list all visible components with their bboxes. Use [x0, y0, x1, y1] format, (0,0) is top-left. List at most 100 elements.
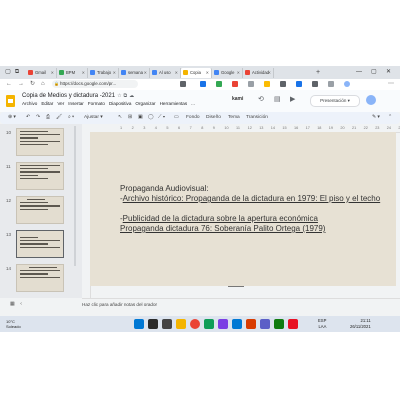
document-title[interactable]: Copia de Medios y dictadura -2021 ☆ ⧉ ☁ [22, 93, 134, 99]
search-icon[interactable] [148, 319, 158, 329]
shape-icon[interactable]: ◯ [148, 113, 153, 123]
menu-editar[interactable]: Editar [41, 101, 53, 106]
tab-google[interactable]: Google ✕ [212, 68, 243, 78]
zoom-icon[interactable]: ⌕ ▾ [68, 113, 74, 123]
system-clock[interactable]: 21:11 26/11/2021 [350, 318, 371, 330]
history-icon[interactable]: ⟲ [258, 95, 264, 105]
slides-logo-icon[interactable] [6, 95, 15, 107]
image-icon[interactable]: ▣ [138, 113, 143, 123]
line-icon[interactable]: ⟋ ▾ [158, 113, 165, 123]
adjust-select[interactable]: Ajustar ▾ [84, 113, 103, 123]
toolbar-design[interactable]: Diseño [206, 113, 221, 123]
tab-al-uso[interactable]: Al uso ✕ [150, 68, 181, 78]
collapse-panel-icon[interactable]: ‹ [20, 301, 22, 307]
forward-icon[interactable]: → [18, 80, 24, 89]
slide-canvas[interactable]: Propaganda Audiovisual: -Archivo históri… [90, 132, 396, 286]
slide-thumbnail-10[interactable] [16, 128, 64, 156]
extension-icon[interactable] [264, 81, 270, 87]
slide-thumbnail-11[interactable] [16, 162, 64, 190]
speaker-notes[interactable]: Haz clic para añadir notas del orador [82, 298, 400, 311]
grid-view-icon[interactable]: ▦ [10, 301, 15, 307]
slide-text-box[interactable]: Propaganda Audiovisual: -Archivo históri… [120, 184, 390, 234]
menu-insertar[interactable]: Insertar [68, 101, 84, 106]
weather-widget[interactable]: 10°C Soleado [6, 319, 21, 329]
close-tab-icon[interactable]: ✕ [51, 68, 54, 78]
extension-icon[interactable] [180, 81, 186, 87]
textbox-icon[interactable]: ⊞ [128, 113, 132, 123]
minimize-icon[interactable]: — [356, 67, 362, 77]
toolbar-background[interactable]: Fondo [186, 113, 200, 123]
undo-icon[interactable]: ↶ [26, 113, 30, 123]
close-tab-icon[interactable]: ✕ [206, 68, 209, 78]
avatar[interactable] [366, 95, 376, 105]
tab-copia-active[interactable]: Copia ✕ [181, 68, 212, 78]
notes-resize-handle[interactable] [228, 286, 244, 287]
extension-icon[interactable] [216, 81, 222, 87]
star-icon[interactable]: ☆ [117, 93, 121, 99]
close-tab-icon[interactable]: ✕ [113, 68, 116, 78]
url-input[interactable]: 🔒 https://docs.google.com/pr... [52, 80, 138, 88]
close-tab-icon[interactable]: ✕ [175, 68, 178, 78]
app-icon[interactable] [288, 319, 298, 329]
toolbar-transition[interactable]: Transición [246, 113, 268, 123]
file-explorer-icon[interactable] [176, 319, 186, 329]
menu-formato[interactable]: Formato [88, 101, 105, 106]
menu-organizar[interactable]: Organizar [135, 101, 155, 106]
extension-icon[interactable] [200, 81, 206, 87]
slide-thumbnail-12[interactable] [16, 196, 64, 224]
edge-icon[interactable] [232, 319, 242, 329]
video-link-palito-ortega[interactable]: Propaganda dictadura 76: Soberanía Palit… [120, 224, 325, 233]
move-folder-icon[interactable]: ⧉ [124, 93, 128, 99]
tab-trabajo[interactable]: Trabajo ✕ [88, 68, 119, 78]
close-tab-icon[interactable]: ✕ [237, 68, 240, 78]
filmstrip-scrollbar[interactable] [74, 126, 76, 266]
kami-extension[interactable]: kami [232, 96, 243, 102]
collapse-icon[interactable]: ⌃ [388, 113, 392, 123]
maximize-icon[interactable]: ▢ [371, 67, 377, 77]
extension-icon[interactable] [248, 81, 254, 87]
add-slide-icon[interactable]: ⊕ ▾ [8, 113, 16, 123]
menu-ver[interactable]: Ver [57, 101, 64, 106]
app-icon[interactable] [218, 319, 228, 329]
meet-icon[interactable]: ▶ [290, 95, 295, 105]
tab-actions-icon[interactable]: ⧉ [13, 68, 21, 76]
reload-icon[interactable]: ↻ [30, 80, 35, 89]
tab-actividad[interactable]: Actividad ✕ [243, 68, 274, 78]
profile-icon[interactable] [344, 81, 350, 87]
home-icon[interactable]: ⌂ [41, 80, 45, 89]
close-tab-icon[interactable]: ✕ [268, 68, 271, 78]
language-indicator[interactable]: ESP LAA [318, 318, 326, 330]
app-icon[interactable] [274, 319, 284, 329]
extension-icon[interactable] [280, 81, 286, 87]
video-link-piso-techo[interactable]: Archivo histórico: Propaganda de la dict… [123, 194, 381, 203]
extension-icon[interactable] [296, 81, 302, 87]
tab-semana[interactable]: semana ✕ [119, 68, 150, 78]
window-menu-icon[interactable]: ▢ [4, 68, 12, 76]
slide-thumbnail-14[interactable] [16, 264, 64, 292]
app-icon[interactable] [204, 319, 214, 329]
task-view-icon[interactable] [162, 319, 172, 329]
present-button[interactable]: Presentación ▾ [310, 95, 360, 107]
comment-icon[interactable]: ▭ [174, 113, 179, 123]
tab-gmail[interactable]: Gmail ✕ [26, 68, 57, 78]
extension-icon[interactable] [232, 81, 238, 87]
close-tab-icon[interactable]: ✕ [82, 68, 85, 78]
toolbar-theme[interactable]: Tema [228, 113, 240, 123]
print-icon[interactable]: ⎙ [46, 113, 50, 123]
paint-format-icon[interactable]: 🖌 [56, 113, 62, 123]
edit-mode-icon[interactable]: ✎ ▾ [372, 113, 380, 123]
select-tool-icon[interactable]: ↖ [118, 113, 122, 123]
teams-icon[interactable] [260, 319, 270, 329]
back-icon[interactable]: ← [6, 80, 12, 89]
office-icon[interactable] [246, 319, 256, 329]
start-icon[interactable] [134, 319, 144, 329]
menu-herramientas[interactable]: Herramientas [160, 101, 188, 106]
chrome-icon[interactable] [190, 319, 200, 329]
extension-icon[interactable] [312, 81, 318, 87]
video-link-apertura-economica[interactable]: Publicidad de la dictadura sobre la aper… [123, 214, 318, 223]
close-tab-icon[interactable]: ✕ [144, 68, 147, 78]
close-window-icon[interactable]: ✕ [386, 67, 391, 77]
more-icon[interactable]: ⋯ [388, 80, 394, 89]
tab-bpm[interactable]: BPM ✕ [57, 68, 88, 78]
menu-diapositiva[interactable]: Diapositiva [109, 101, 131, 106]
